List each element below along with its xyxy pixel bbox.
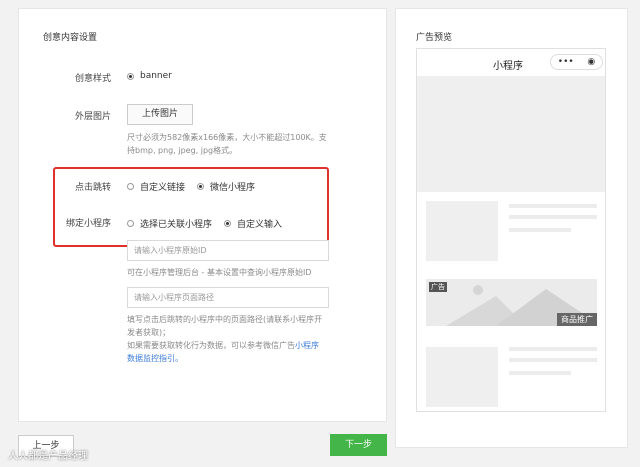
thumb-placeholder <box>426 201 498 261</box>
phone-preview: 小程序 ••• ◉ 广告 商品推广 <box>416 48 606 412</box>
preview-title: 广告预览 <box>416 33 453 43</box>
path-hint: 填写点击后跳转的小程序中的页面路径(请联系小程序开 发者获取)； 如果需要获取转… <box>127 313 322 365</box>
thumb-placeholder <box>426 347 498 407</box>
upload-hint-line-1: 尺寸必须为582像素x166像素，大小不能超过100K。支 <box>127 133 327 142</box>
style-option-label: banner <box>140 71 172 81</box>
text-line <box>509 215 597 219</box>
text-line <box>509 347 597 351</box>
highlight-box <box>53 167 329 247</box>
creative-settings-panel: 创意内容设置 创意样式 banner 外层图片 上传图片 尺寸必须为582像素x… <box>18 8 387 422</box>
ad-image: 广告 商品推广 <box>426 279 597 326</box>
path-hint-line-2: 发者获取)； <box>127 328 171 337</box>
image-label: 外层图片 <box>74 112 111 122</box>
phone-title: 小程序 <box>493 61 523 72</box>
upload-hint: 尺寸必须为582像素x166像素，大小不能超过100K。支 持bmp, png,… <box>127 131 327 157</box>
section-title: 创意内容设置 <box>43 33 98 43</box>
text-line <box>509 371 571 375</box>
close-icon: ◉ <box>587 57 596 67</box>
text-line <box>509 358 597 362</box>
phone-header: 小程序 ••• ◉ <box>417 49 605 77</box>
upload-image-button[interactable]: 上传图片 <box>127 104 193 125</box>
style-radio-banner[interactable]: banner <box>127 71 172 81</box>
ad-tag: 广告 <box>429 282 447 292</box>
next-step-button[interactable]: 下一步 <box>330 434 387 456</box>
product-promo-tag: 商品推广 <box>557 313 597 326</box>
data-monitoring-link[interactable]: 数据监控指引。 <box>127 352 322 365</box>
path-hint-text: 如果需要获取转化行为数据，可以参考微信广告 <box>127 341 295 350</box>
mini-program-link[interactable]: 小程序 <box>295 341 319 350</box>
style-label: 创意样式 <box>74 74 111 84</box>
capsule-menu: ••• ◉ <box>550 54 603 70</box>
text-line <box>509 204 597 208</box>
id-hint: 可在小程序管理后台 - 基本设置中查询小程序原始ID <box>127 268 312 277</box>
radio-checked-icon <box>127 72 134 80</box>
page-path-input[interactable]: 请输入小程序页面路径 <box>127 287 329 308</box>
text-line <box>509 228 571 232</box>
path-hint-line-3: 如果需要获取转化行为数据，可以参考微信广告小程序 <box>127 339 322 352</box>
more-icon: ••• <box>557 57 574 67</box>
banner-placeholder <box>417 77 605 192</box>
path-hint-line-1: 填写点击后跳转的小程序中的页面路径(请联系小程序开 <box>127 315 323 324</box>
mini-program-id-input[interactable]: 请输入小程序原始ID <box>127 240 329 261</box>
ad-preview-panel: 广告预览 小程序 ••• ◉ 广告 商品推广 <box>395 8 628 448</box>
watermark-logo: 人人都是产品经理 <box>8 451 88 462</box>
upload-hint-line-2: 持bmp, png, jpeg, jpg格式。 <box>127 146 238 155</box>
